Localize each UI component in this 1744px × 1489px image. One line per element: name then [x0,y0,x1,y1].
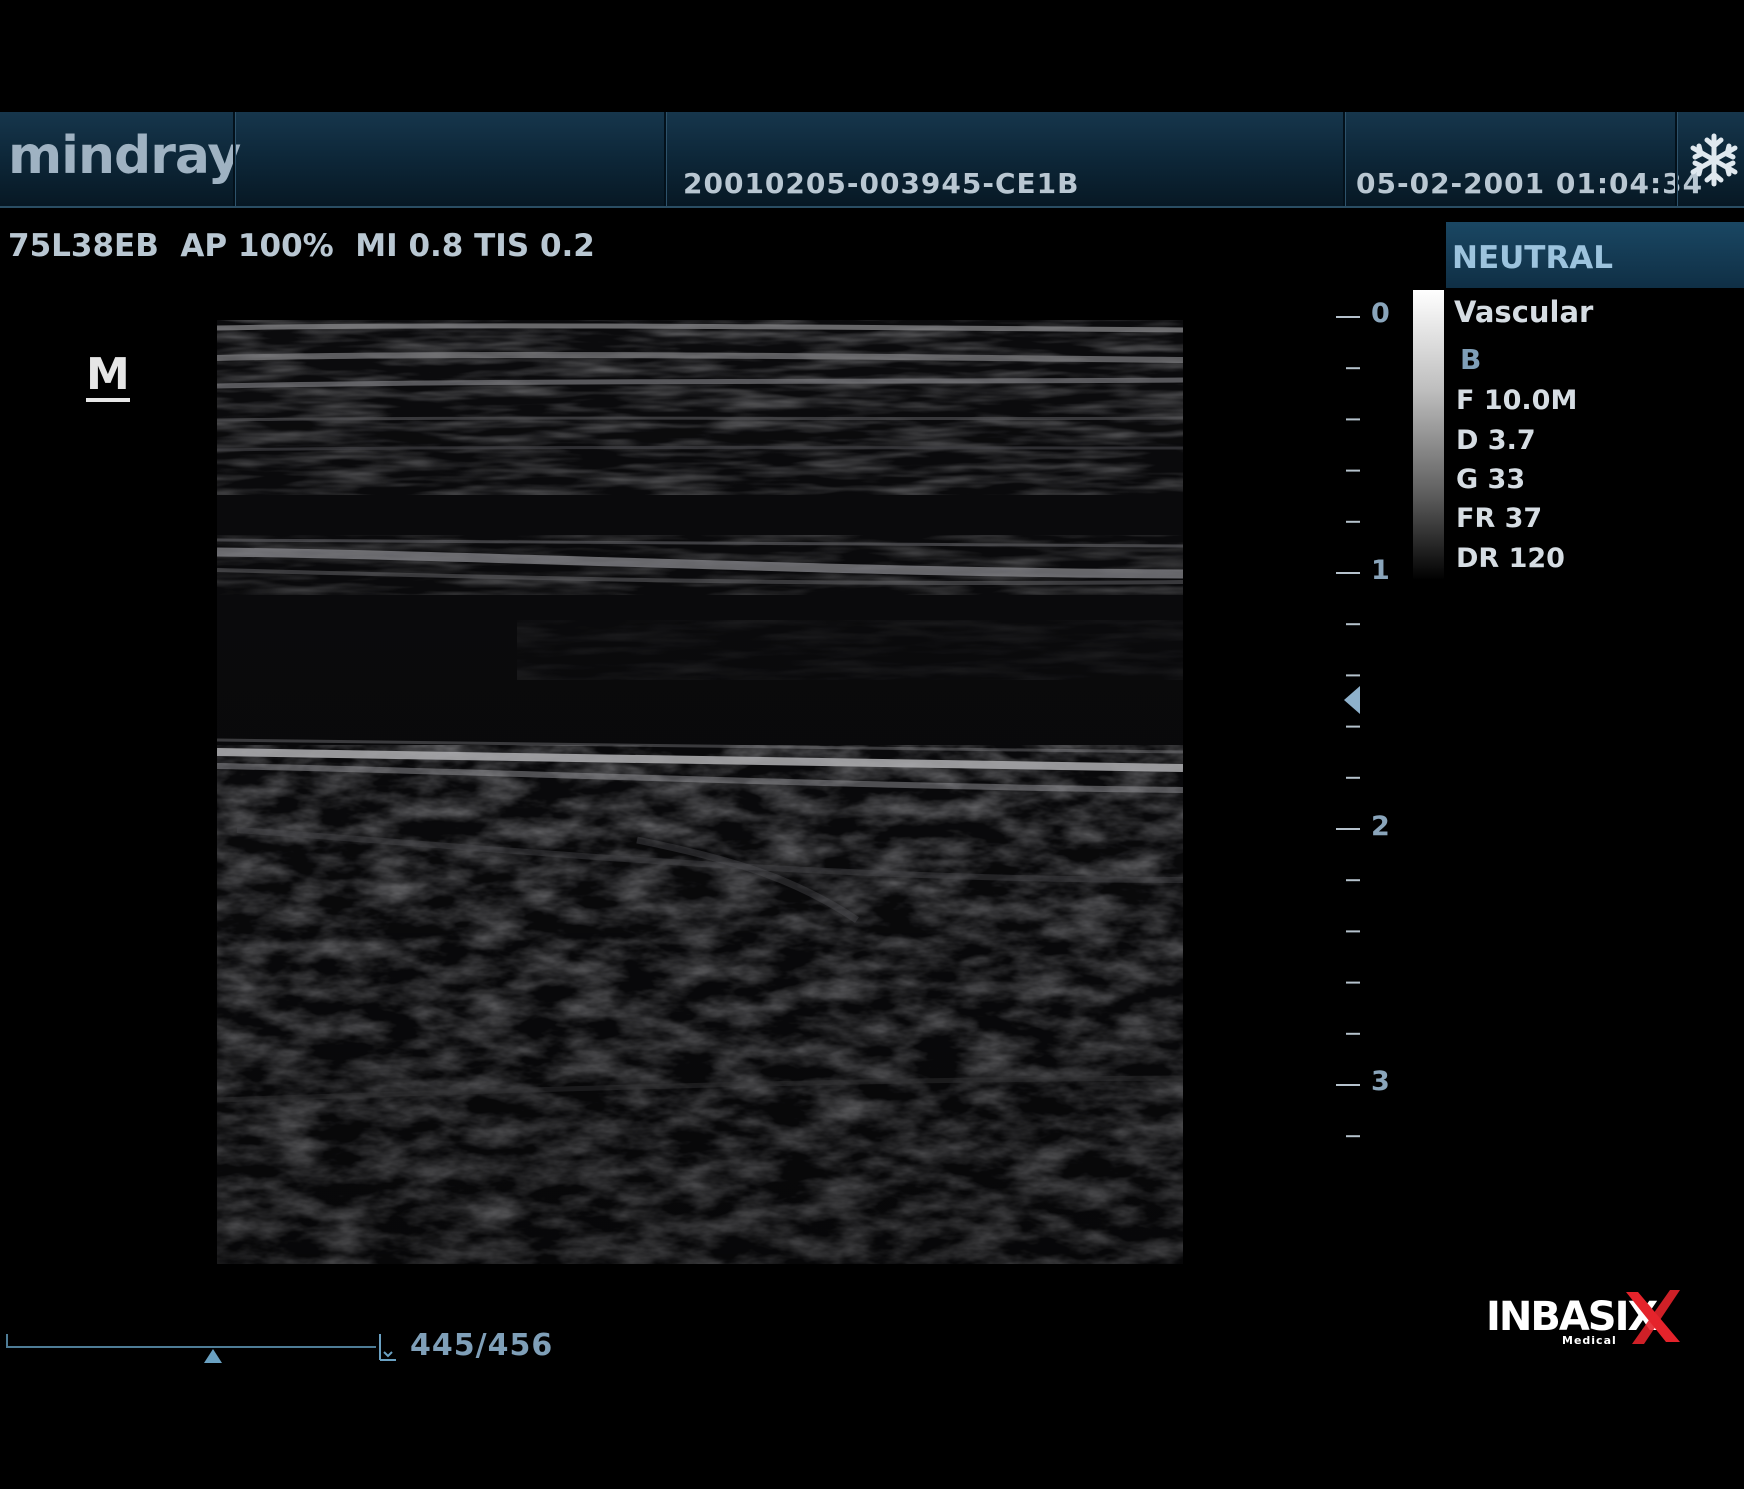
imaging-mode: B [1460,343,1482,376]
cine-timeline[interactable] [6,1346,376,1348]
snowflake-icon[interactable] [1686,124,1742,196]
inbasix-logo: INBASIX Medical [1486,1290,1680,1347]
depth-scale [1336,316,1360,1138]
preset-name: Vascular [1454,295,1594,329]
header-separator [664,112,667,206]
gain-param: G 33 [1456,464,1526,495]
mode-label: NEUTRAL [1452,240,1614,276]
header-bar: mindray 20010205-003945-CE1B 05-02-2001 … [0,112,1744,208]
depth-param: D 3.7 [1456,425,1536,456]
imaging-params: 75L38EB AP 100% MI 0.8 TIS 0.2 [8,228,595,264]
dynamic-range-param: DR 120 [1456,543,1565,574]
depth-label: 3 [1371,1066,1390,1097]
header-separator [233,112,236,206]
watermark-sub: Medical [1562,1334,1617,1347]
frame-counter: 445/456 [410,1328,554,1363]
header-separator [1343,112,1346,206]
frequency-param: F 10.0M [1456,385,1578,416]
header-separator [1675,112,1678,206]
orientation-marker: M [86,349,130,402]
cine-position-handle[interactable] [204,1349,223,1363]
cine-end-icon [379,1334,396,1361]
focus-arrow-icon[interactable] [1342,684,1362,716]
depth-label: 1 [1371,555,1390,586]
exam-datetime: 05-02-2001 01:04:34 [1356,167,1704,200]
depth-label: 0 [1371,298,1390,329]
depth-label: 2 [1371,811,1390,842]
brand-logo: mindray [8,126,241,186]
study-id: 20010205-003945-CE1B [683,167,1080,200]
grayscale-bar [1413,290,1444,580]
frame-rate-param: FR 37 [1456,503,1543,534]
ultrasound-image [217,320,1183,1264]
